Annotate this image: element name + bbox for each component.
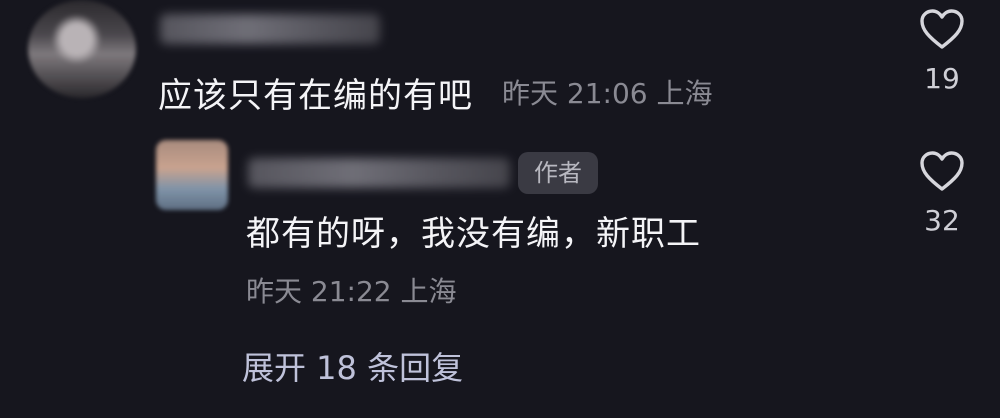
author-badge: 作者	[518, 152, 598, 194]
like-count: 19	[924, 62, 960, 95]
comment-text[interactable]: 应该只有在编的有吧	[158, 68, 473, 117]
heart-outline-icon[interactable]	[919, 150, 965, 192]
heart-outline-icon[interactable]	[919, 8, 965, 50]
comment-thread: 应该只有在编的有吧 昨天 21:06 上海 19 作者 都有的呀，我没有编，新职…	[0, 0, 1000, 418]
comment-meta: 昨天 21:06 上海	[502, 77, 713, 110]
avatar[interactable]	[28, 0, 136, 98]
reply-username-blurred[interactable]	[248, 158, 510, 188]
reply-avatar[interactable]	[156, 140, 228, 210]
reply-meta: 昨天 21:22 上海	[246, 275, 457, 308]
username-blurred[interactable]	[160, 14, 380, 44]
reply-like-button[interactable]: 32	[902, 150, 982, 237]
reply-like-count: 32	[924, 204, 960, 237]
reply-text[interactable]: 都有的呀，我没有编，新职工	[246, 206, 701, 255]
expand-replies-link[interactable]: 展开 18 条回复	[242, 343, 463, 389]
like-button[interactable]: 19	[902, 8, 982, 95]
